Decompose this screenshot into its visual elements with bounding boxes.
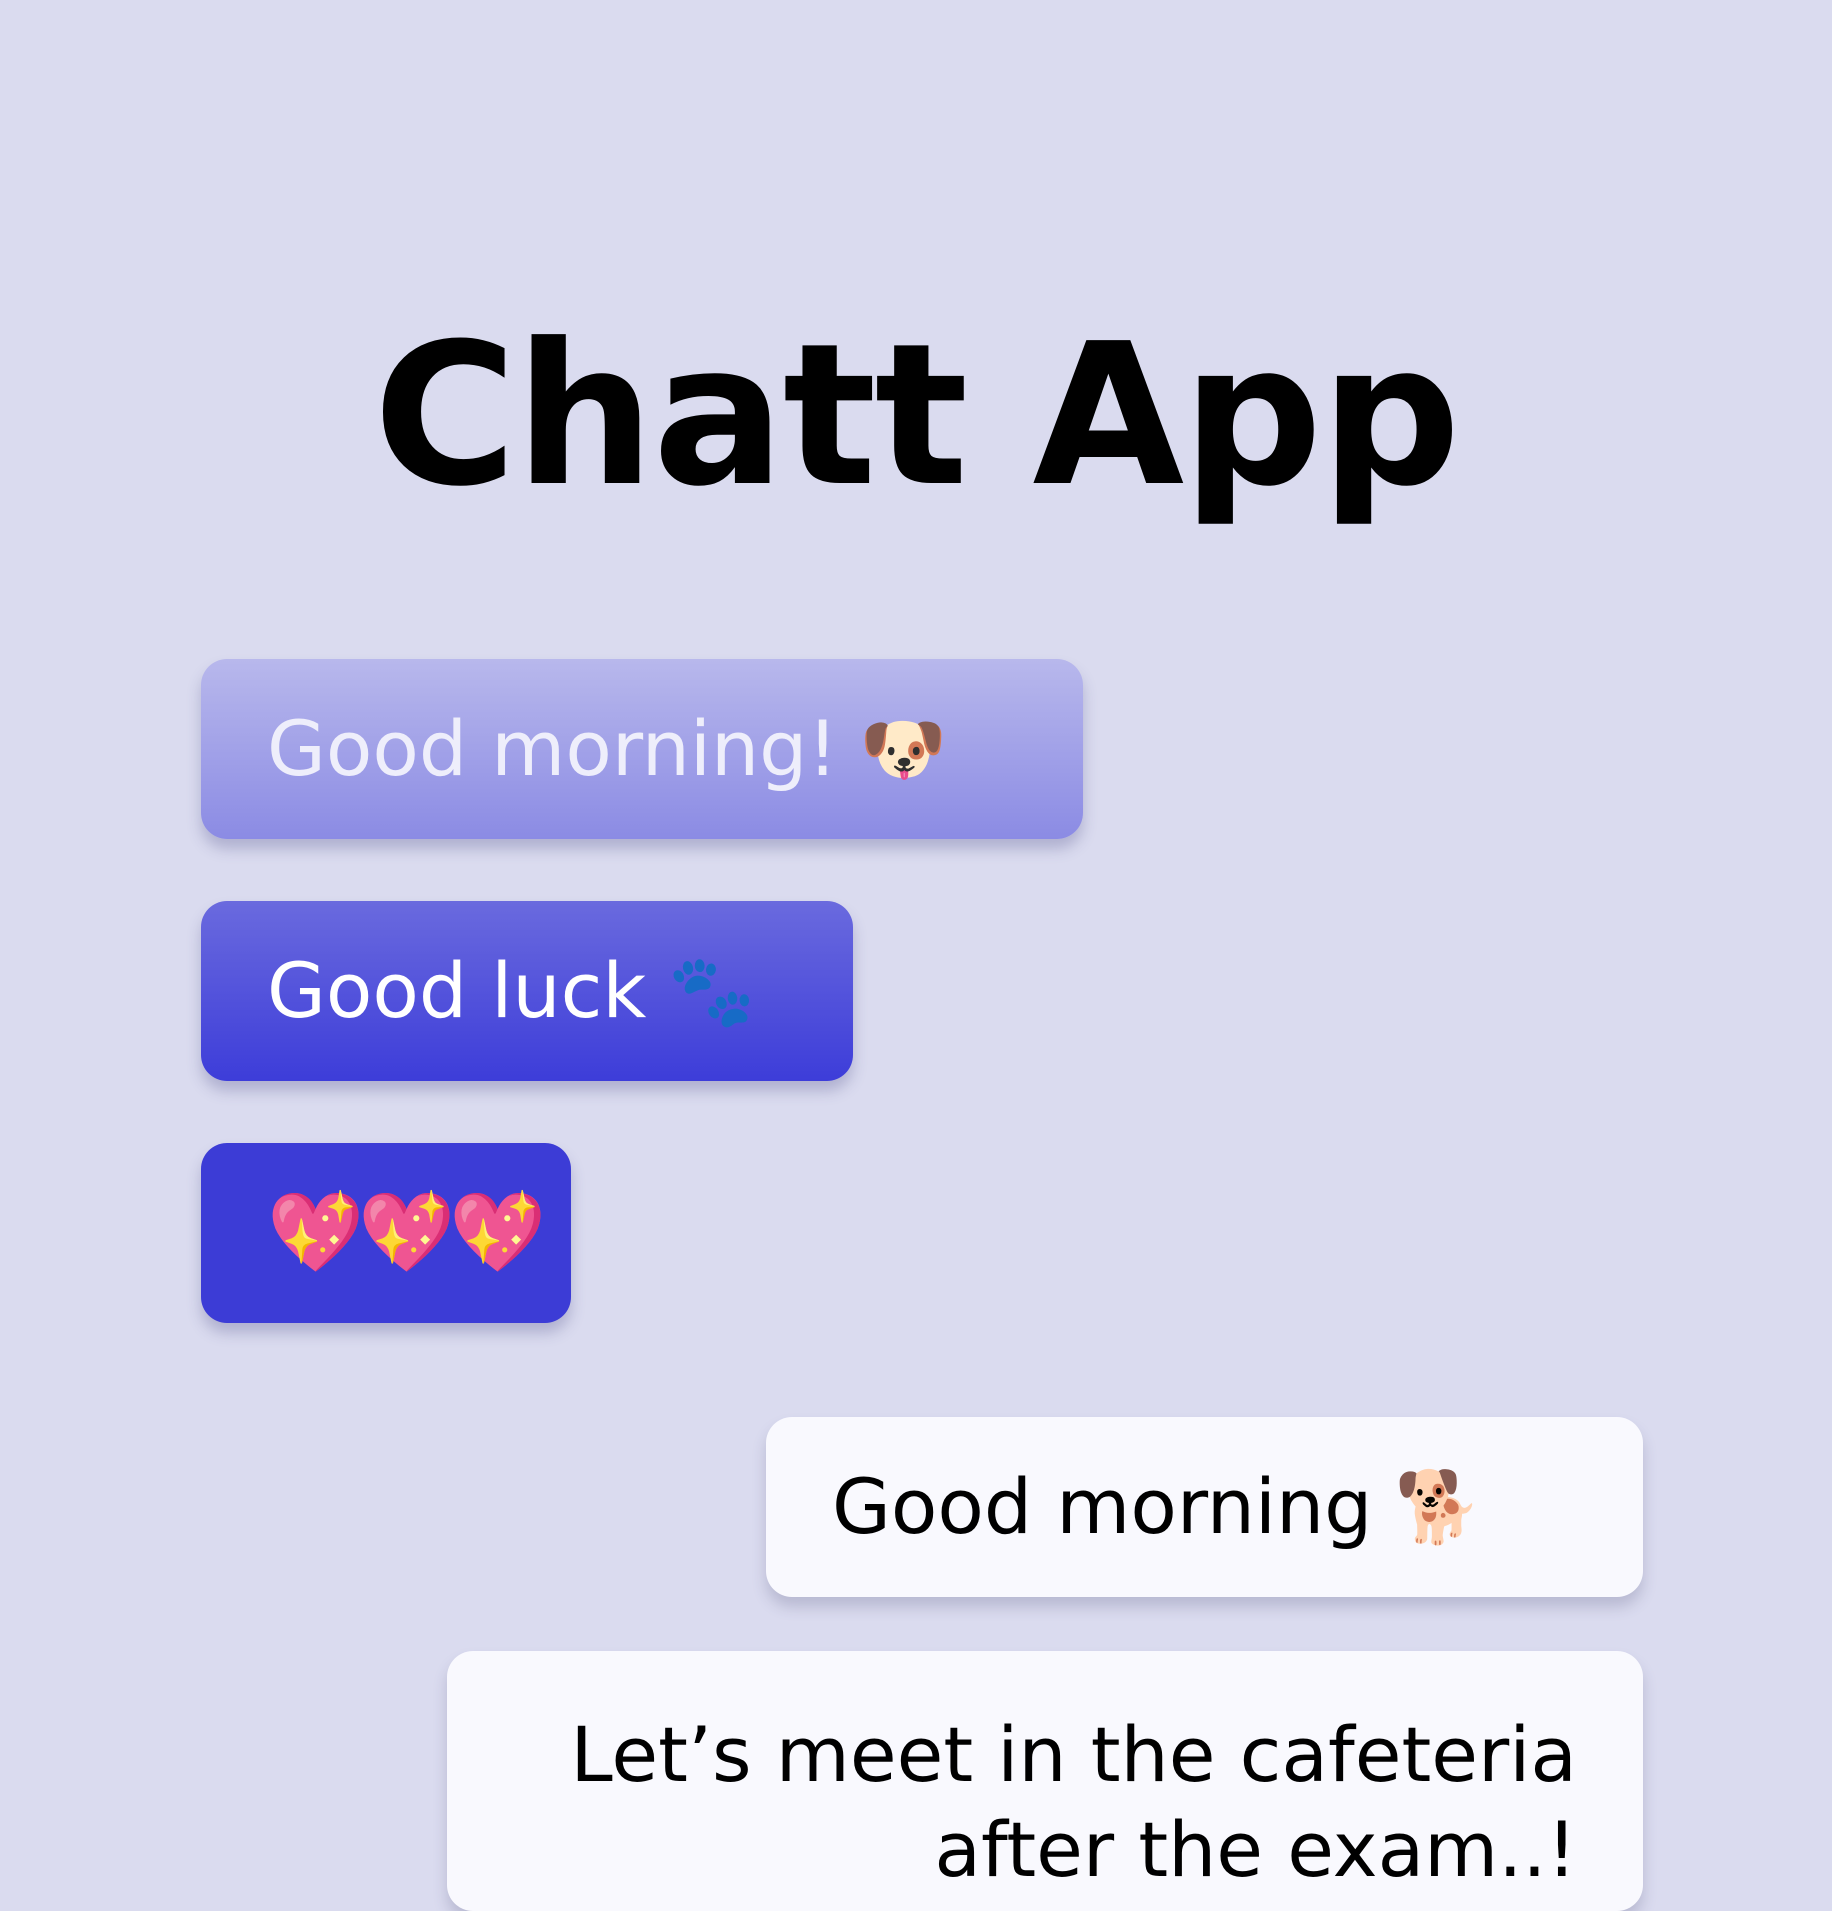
dog-emoji-icon: 🐕 [1394, 1466, 1482, 1548]
received-message-2[interactable]: Good luck 🐾 [201, 901, 853, 1081]
message-text: Let’s meet in the cafeteria after the ex… [570, 1710, 1577, 1894]
message-text: Good luck [267, 946, 647, 1035]
message-text: Good morning [832, 1462, 1373, 1551]
paw-prints-emoji-icon: 🐾 [668, 950, 756, 1032]
dog-face-emoji-icon: 🐶 [859, 708, 948, 790]
sparkling-hearts-emoji-icon: 💖💖💖 [267, 1188, 546, 1278]
app-title: Chatt App [373, 302, 1461, 530]
sent-message-2[interactable]: Let’s meet in the cafeteria after the ex… [447, 1651, 1643, 1911]
sent-message-1[interactable]: Good morning 🐕 [766, 1417, 1643, 1597]
received-message-1[interactable]: Good morning! 🐶 [201, 659, 1083, 839]
message-text: Good morning! [267, 704, 838, 793]
received-message-3[interactable]: 💖💖💖 [201, 1143, 571, 1323]
